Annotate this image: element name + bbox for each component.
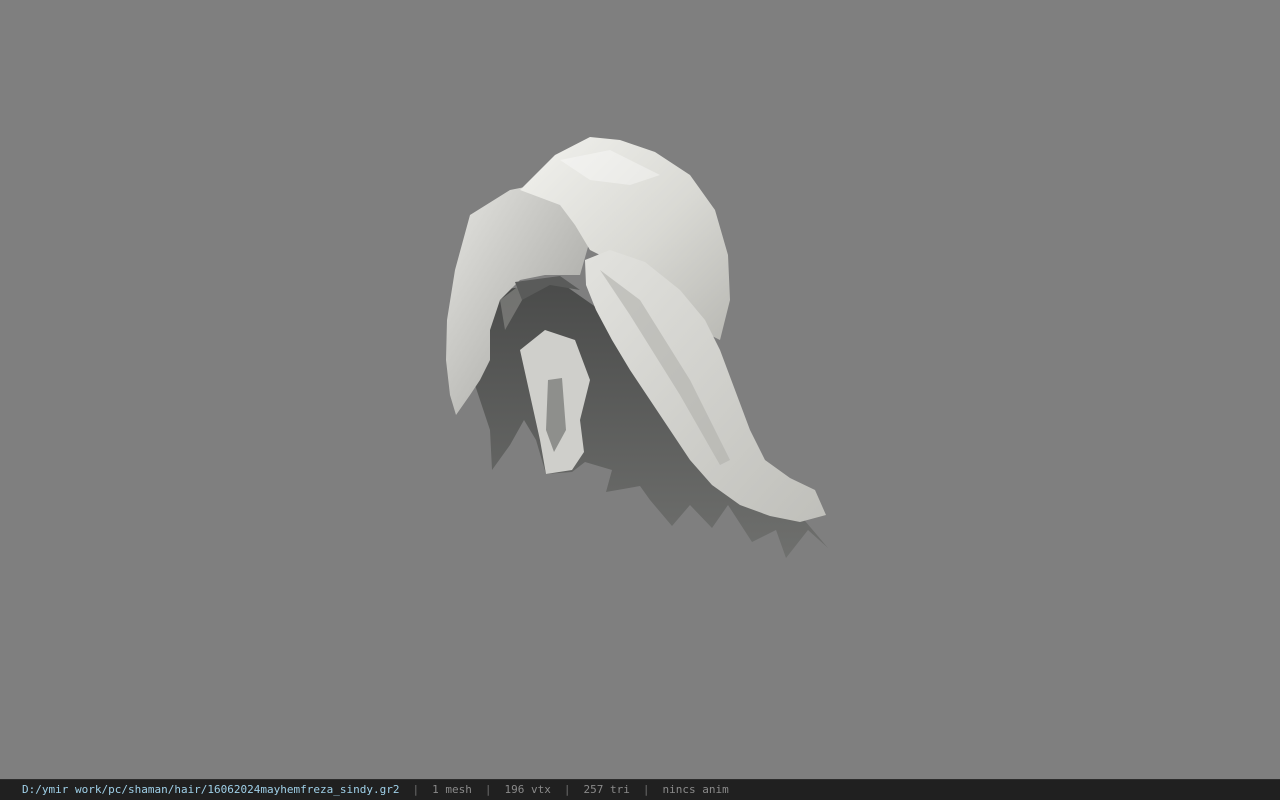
hair-model[interactable] xyxy=(0,0,1280,779)
vertex-count: 196 vtx xyxy=(504,783,551,796)
separator: | xyxy=(563,783,571,796)
separator: | xyxy=(642,783,650,796)
separator: | xyxy=(412,783,420,796)
status-bar: D:/ymir work/pc/shaman/hair/16062024mayh… xyxy=(0,779,1280,800)
triangle-count: 257 tri xyxy=(583,783,630,796)
3d-viewport[interactable] xyxy=(0,0,1280,779)
separator: | xyxy=(484,783,492,796)
mesh-count: 1 mesh xyxy=(432,783,472,796)
file-path: D:/ymir work/pc/shaman/hair/16062024mayh… xyxy=(22,783,400,796)
animation-status: nincs anim xyxy=(662,783,729,796)
